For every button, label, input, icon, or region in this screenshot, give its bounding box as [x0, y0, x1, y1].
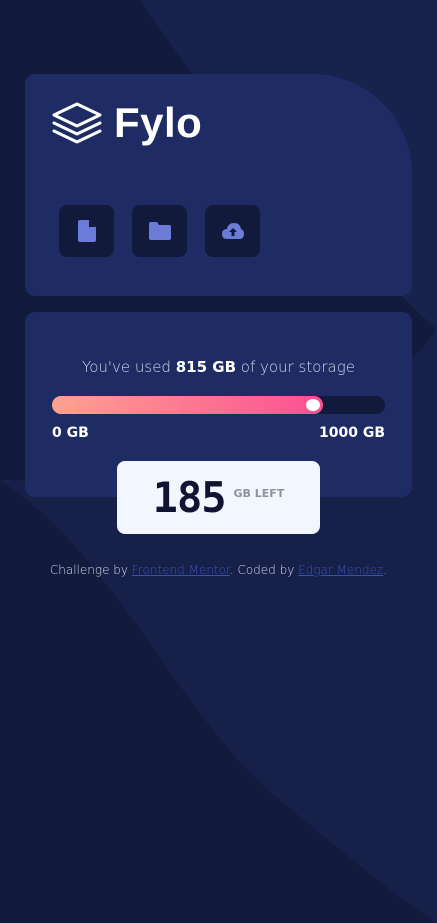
- logo: Fylo: [52, 102, 202, 144]
- upload-cloud-icon: [221, 223, 244, 239]
- frontend-mentor-link[interactable]: Frontend Mentor: [132, 563, 230, 577]
- storage-left-value: 185: [152, 473, 227, 522]
- author-link[interactable]: Edgar Mendez: [298, 563, 383, 577]
- usage-text: You've used 815 GB of your storage: [82, 358, 355, 376]
- meter-labels: 0 GB 1000 GB: [52, 425, 385, 441]
- used-amount: 815 GB: [175, 358, 237, 376]
- attribution: Challenge by Frontend Mentor. Coded by E…: [49, 563, 388, 577]
- toolbar: [59, 205, 260, 257]
- storage-meter: [52, 396, 385, 414]
- upload-button[interactable]: [205, 205, 260, 257]
- stack-logo-icon: [52, 102, 102, 144]
- folder-button[interactable]: [132, 205, 187, 257]
- document-icon: [77, 220, 96, 242]
- document-button[interactable]: [59, 205, 114, 257]
- meter-knob: [306, 399, 321, 411]
- meter-max-label: 1000 GB: [318, 425, 385, 441]
- storage-meter-fill: [52, 396, 324, 414]
- storage-left-box: 185 GB LEFT: [117, 461, 320, 534]
- logo-text: Fylo: [114, 99, 203, 146]
- folder-icon: [148, 222, 171, 240]
- logo-card: Fylo: [25, 74, 412, 296]
- storage-left-unit: GB LEFT: [233, 487, 285, 500]
- meter-min-label: 0 GB: [52, 425, 89, 441]
